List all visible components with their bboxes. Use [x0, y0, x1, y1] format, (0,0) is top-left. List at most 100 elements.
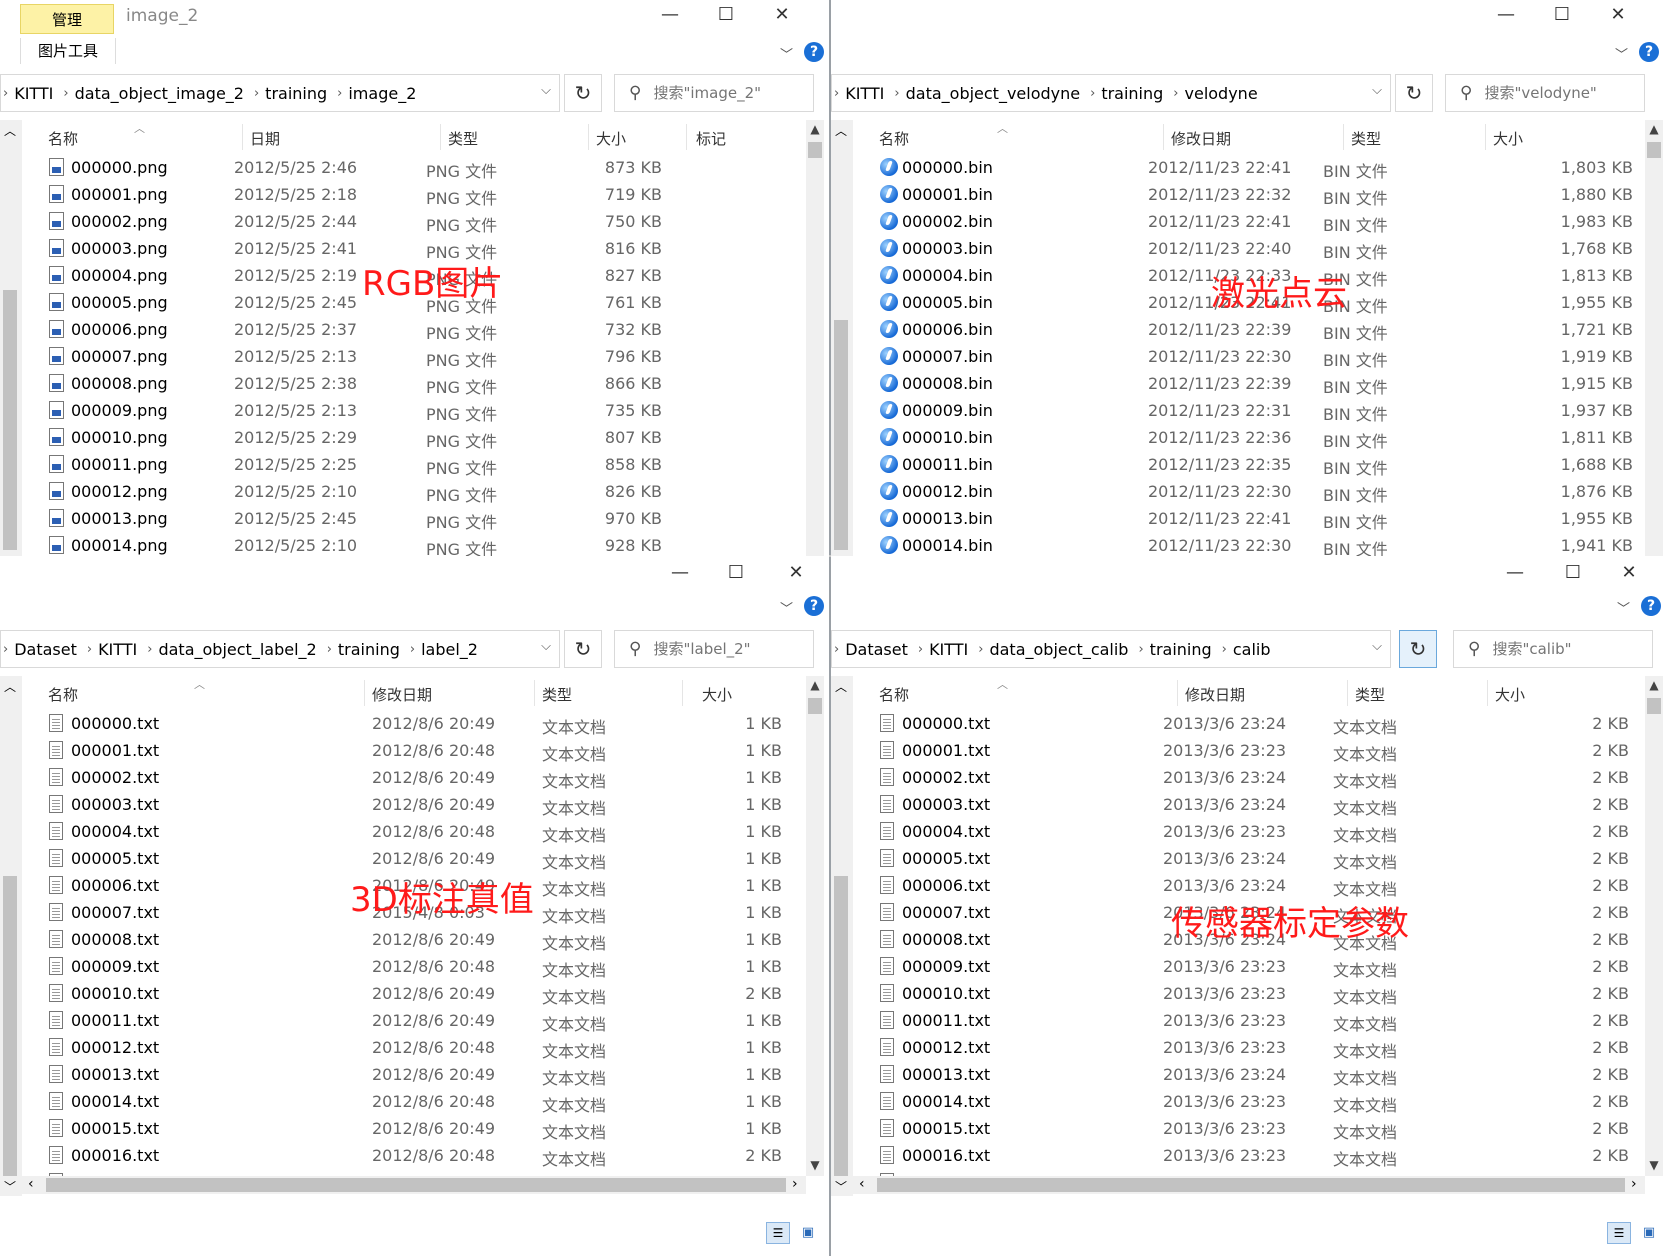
- column-divider[interactable]: [1485, 124, 1486, 150]
- file-row[interactable]: 000014.txt 2013/3/6 23:23 文本文档 2 KB: [853, 1088, 1645, 1115]
- file-row[interactable]: 000004.txt 2013/3/6 23:23 文本文档 2 KB: [853, 818, 1645, 845]
- scroll-up-icon[interactable]: ︿: [4, 122, 16, 139]
- help-icon[interactable]: ?: [804, 596, 824, 616]
- ribbon-subtab-picture-tools[interactable]: 图片工具: [20, 38, 116, 64]
- file-row[interactable]: 000002.bin 2012/11/23 22:41 BIN 文件 1,983 KB: [853, 208, 1645, 235]
- minimize-button[interactable]: —: [658, 4, 682, 25]
- file-row[interactable]: 000009.bin 2012/11/23 22:31 BIN 文件 1,937 KB: [853, 397, 1645, 424]
- column-header-size[interactable]: 大小: [1493, 128, 1523, 149]
- column-divider[interactable]: [1487, 680, 1488, 706]
- maximize-button[interactable]: ☐: [714, 4, 738, 25]
- file-row[interactable]: 000009.txt 2013/3/6 23:23 文本文档 2 KB: [853, 953, 1645, 980]
- scroll-down-icon[interactable]: ▼: [1645, 1158, 1663, 1172]
- file-row[interactable]: 000012.bin 2012/11/23 22:30 BIN 文件 1,876 KB: [853, 478, 1645, 505]
- scroll-thumb[interactable]: [1647, 142, 1661, 158]
- file-row[interactable]: 000003.txt 2012/8/6 20:49 文本文档 1 KB: [22, 791, 806, 818]
- vertical-scrollbar[interactable]: ▲ ▼: [1645, 676, 1663, 1176]
- breadcrumb-item[interactable]: KITTI: [845, 84, 884, 103]
- file-row[interactable]: 000010.txt 2013/3/6 23:23 文本文档 2 KB: [853, 980, 1645, 1007]
- breadcrumb-item[interactable]: training: [338, 640, 400, 659]
- file-row[interactable]: 000016.txt 2013/3/6 23:23 文本文档 2 KB: [853, 1142, 1645, 1169]
- details-view-icon[interactable]: ☰: [1607, 1222, 1631, 1244]
- breadcrumb-item[interactable]: KITTI: [14, 84, 53, 103]
- breadcrumb-item[interactable]: Dataset: [14, 640, 77, 659]
- file-row[interactable]: 000000.txt 2012/8/6 20:49 文本文档 1 KB: [22, 710, 806, 737]
- file-row[interactable]: 000015.txt 2012/8/6 20:49 文本文档 1 KB: [22, 1115, 806, 1142]
- file-row[interactable]: 000008.txt 2012/8/6 20:49 文本文档 1 KB: [22, 926, 806, 953]
- address-bar[interactable]: › Dataset › KITTI › data_object_calib › …: [831, 630, 1391, 668]
- scroll-thumb[interactable]: [1647, 698, 1661, 714]
- file-row[interactable]: 000008.png 2012/5/25 2:38 PNG 文件 866 KB: [22, 370, 806, 397]
- breadcrumb-item[interactable]: Dataset: [845, 640, 908, 659]
- file-row[interactable]: 000001.txt 2012/8/6 20:48 文本文档 1 KB: [22, 737, 806, 764]
- breadcrumb-item[interactable]: KITTI: [98, 640, 137, 659]
- column-divider[interactable]: [1177, 680, 1178, 706]
- search-input[interactable]: [1490, 639, 1645, 659]
- chevron-down-icon[interactable]: ⌵: [1372, 83, 1382, 98]
- column-divider[interactable]: [242, 124, 243, 150]
- column-header-size[interactable]: 大小: [596, 128, 626, 149]
- column-divider[interactable]: [1163, 124, 1164, 150]
- search-box[interactable]: ⚲: [1445, 74, 1645, 112]
- file-row[interactable]: 000009.png 2012/5/25 2:13 PNG 文件 735 KB: [22, 397, 806, 424]
- help-icon[interactable]: ?: [1639, 42, 1659, 62]
- vertical-scrollbar[interactable]: ▲: [806, 120, 824, 556]
- file-row[interactable]: 000012.txt 2012/8/6 20:48 文本文档 1 KB: [22, 1034, 806, 1061]
- file-row[interactable]: 000010.png 2012/5/25 2:29 PNG 文件 807 KB: [22, 424, 806, 451]
- chevron-down-icon[interactable]: ﹀: [780, 598, 793, 617]
- file-row[interactable]: 000011.png 2012/5/25 2:25 PNG 文件 858 KB: [22, 451, 806, 478]
- column-header-date[interactable]: 修改日期: [372, 684, 432, 705]
- file-row[interactable]: 000011.txt 2013/3/6 23:23 文本文档 2 KB: [853, 1007, 1645, 1034]
- scroll-up-icon[interactable]: ︿: [4, 678, 16, 695]
- navigation-pane-scrollbar[interactable]: ︿ ﹀: [831, 676, 853, 1196]
- breadcrumb-item[interactable]: training: [1150, 640, 1212, 659]
- search-input[interactable]: [1482, 83, 1637, 103]
- column-header-name[interactable]: 名称: [879, 128, 909, 149]
- horizontal-scrollbar[interactable]: ‹ ›: [22, 1176, 806, 1194]
- file-row[interactable]: 000007.png 2012/5/25 2:13 PNG 文件 796 KB: [22, 343, 806, 370]
- close-button[interactable]: ✕: [1617, 562, 1641, 583]
- breadcrumb-item[interactable]: training: [1101, 84, 1163, 103]
- file-row[interactable]: 000010.bin 2012/11/23 22:36 BIN 文件 1,811 KB: [853, 424, 1645, 451]
- column-header-size[interactable]: 大小: [1495, 684, 1525, 705]
- file-row[interactable]: 000008.bin 2012/11/23 22:39 BIN 文件 1,915 KB: [853, 370, 1645, 397]
- scroll-up-icon[interactable]: ▲: [1645, 678, 1663, 692]
- chevron-down-icon[interactable]: ﹀: [780, 44, 793, 63]
- file-row[interactable]: 000017.txt2012/8/6 20:48文本文档1 KB: [22, 1169, 806, 1176]
- breadcrumb-item[interactable]: data_object_image_2: [75, 84, 244, 103]
- file-row[interactable]: 000000.txt 2013/3/6 23:24 文本文档 2 KB: [853, 710, 1645, 737]
- column-header-name[interactable]: 名称: [48, 128, 78, 149]
- chevron-down-icon[interactable]: ﹀: [1615, 44, 1628, 63]
- file-row[interactable]: 000005.txt 2013/3/6 23:24 文本文档 2 KB: [853, 845, 1645, 872]
- scroll-up-icon[interactable]: ︿: [835, 678, 847, 695]
- scroll-right-icon[interactable]: ›: [792, 1176, 798, 1192]
- search-box[interactable]: ⚲: [614, 74, 814, 112]
- search-input[interactable]: [651, 639, 806, 659]
- scroll-up-icon[interactable]: ︿: [835, 122, 847, 139]
- horizontal-scrollbar[interactable]: ‹ ›: [853, 1176, 1645, 1194]
- file-row[interactable]: 000000.bin 2012/11/23 22:41 BIN 文件 1,803 KB: [853, 154, 1645, 181]
- file-row[interactable]: 000014.txt 2012/8/6 20:48 文本文档 1 KB: [22, 1088, 806, 1115]
- file-row[interactable]: 000009.txt 2012/8/6 20:48 文本文档 1 KB: [22, 953, 806, 980]
- details-view-icon[interactable]: ☰: [766, 1222, 790, 1244]
- file-row[interactable]: 000007.bin 2012/11/23 22:30 BIN 文件 1,919 KB: [853, 343, 1645, 370]
- large-icons-view-icon[interactable]: ▣: [796, 1222, 820, 1244]
- vertical-scrollbar[interactable]: ▲: [1645, 120, 1663, 556]
- search-box[interactable]: ⚲: [1453, 630, 1653, 668]
- file-row[interactable]: 000002.txt 2012/8/6 20:49 文本文档 1 KB: [22, 764, 806, 791]
- file-row[interactable]: 000001.txt 2013/3/6 23:23 文本文档 2 KB: [853, 737, 1645, 764]
- column-divider[interactable]: [1343, 124, 1344, 150]
- file-row[interactable]: 000010.txt 2012/8/6 20:49 文本文档 2 KB: [22, 980, 806, 1007]
- scroll-down-icon[interactable]: ﹀: [4, 1178, 16, 1195]
- scroll-left-icon[interactable]: ‹: [859, 1176, 865, 1192]
- close-button[interactable]: ✕: [784, 562, 808, 583]
- column-header-name[interactable]: 名称: [48, 684, 78, 705]
- file-row[interactable]: 000003.txt 2013/3/6 23:24 文本文档 2 KB: [853, 791, 1645, 818]
- scroll-thumb[interactable]: [834, 320, 848, 550]
- ribbon-tab-manage[interactable]: 管理: [20, 4, 114, 34]
- file-row[interactable]: 000013.bin 2012/11/23 22:41 BIN 文件 1,955 KB: [853, 505, 1645, 532]
- scroll-right-icon[interactable]: ›: [1631, 1176, 1637, 1192]
- close-button[interactable]: ✕: [1606, 4, 1630, 25]
- breadcrumb-item[interactable]: label_2: [421, 640, 478, 659]
- column-divider[interactable]: [440, 124, 441, 150]
